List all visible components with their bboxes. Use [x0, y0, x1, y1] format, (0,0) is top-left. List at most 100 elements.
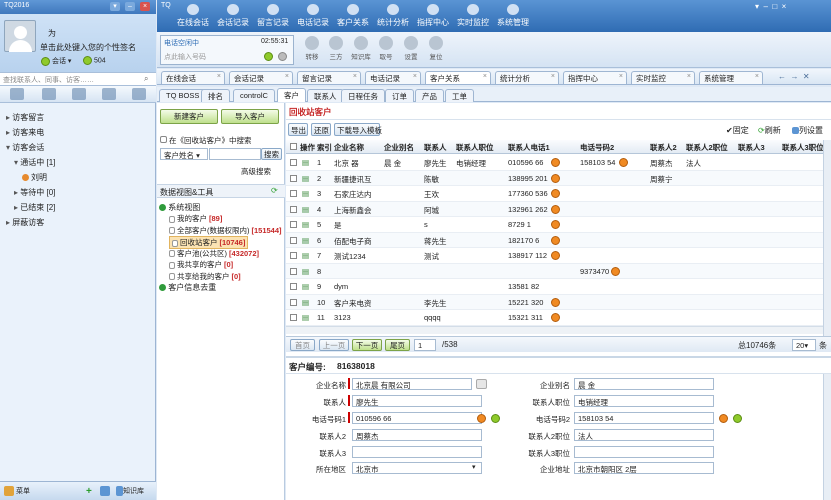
- search-input[interactable]: [209, 148, 261, 160]
- menu-button[interactable]: 菜单: [4, 486, 30, 497]
- row-checkbox[interactable]: [290, 221, 297, 228]
- table-row[interactable]: ▤ 5 是 s 8729 1: [286, 217, 826, 233]
- row-checkbox[interactable]: [290, 267, 297, 275]
- crm-tab-2[interactable]: controlC: [233, 89, 275, 102]
- chat-tab-icon[interactable]: [10, 88, 24, 100]
- column-header[interactable]: 操作: [300, 142, 315, 153]
- row-checkbox[interactable]: [290, 159, 297, 166]
- close-tab-icon[interactable]: ×: [687, 73, 691, 80]
- field-input[interactable]: 晨 金: [574, 378, 714, 390]
- search-scope-checkbox[interactable]: [160, 135, 167, 144]
- window-tab-2[interactable]: 留言记录 ×: [297, 71, 361, 84]
- table-row[interactable]: ▤ 6 佰配电子商 蒋先生 182170 6: [286, 232, 826, 248]
- table-row[interactable]: ▤ 9 dym 13581 82: [286, 279, 826, 295]
- field-input[interactable]: 周蔡杰: [352, 429, 482, 441]
- crm-tab-1[interactable]: 排名: [201, 89, 230, 102]
- table-row[interactable]: ▤ 4 上海新鑫会 阿城 132961 262: [286, 201, 826, 217]
- nav-3[interactable]: 电话记录: [293, 4, 333, 28]
- row-checkbox[interactable]: [290, 236, 297, 244]
- call-icon-2[interactable]: [719, 414, 728, 423]
- row-action-icon[interactable]: ▤: [302, 313, 309, 322]
- close-tab-icon[interactable]: ×: [755, 73, 759, 80]
- row-checkbox[interactable]: [290, 283, 297, 290]
- crm-tab-4[interactable]: 联系人: [307, 89, 344, 102]
- crm-tab-5[interactable]: 日程任务: [341, 89, 385, 102]
- tool-5[interactable]: 复位: [425, 36, 447, 61]
- table-row[interactable]: ▤ 1 北京 器 晨 金 廖先生 电销经理 010596 66 158103 54 周蔡杰 法人: [286, 155, 826, 171]
- import-customer-button[interactable]: 导入客户: [221, 109, 279, 124]
- crm-tab-7[interactable]: 产品: [415, 89, 444, 102]
- column-header[interactable]: 企业名称: [334, 142, 364, 153]
- avatar[interactable]: [4, 20, 36, 52]
- column-header[interactable]: 联系人3职位: [782, 142, 824, 153]
- sms-icon-2[interactable]: [733, 414, 742, 423]
- call-icon[interactable]: [551, 251, 560, 260]
- window-tab-8[interactable]: 系统管理 ×: [699, 71, 763, 84]
- close-button[interactable]: ×: [140, 2, 150, 11]
- contact-search-input[interactable]: 查找联系人、同事、访客……: [0, 72, 156, 86]
- close-tab-icon[interactable]: ×: [413, 73, 417, 80]
- skin-button[interactable]: ▾: [110, 2, 120, 11]
- crm-tab-0[interactable]: TQ BOSS: [159, 89, 207, 102]
- close-tab-icon[interactable]: ×: [285, 73, 289, 80]
- new-customer-button[interactable]: 新建客户: [160, 109, 218, 124]
- view-item[interactable]: 全部客户(数据权限内) [151544]: [169, 225, 282, 236]
- add-icon[interactable]: +: [86, 486, 92, 497]
- tree-item[interactable]: ▸ 屏蔽访客: [6, 217, 44, 228]
- window-tab-4[interactable]: 客户关系 ×: [425, 71, 491, 84]
- field-input[interactable]: [352, 446, 482, 458]
- table-row[interactable]: ▤ 3 石家庄达内 王欢 177360 536: [286, 186, 826, 202]
- window-tab-5[interactable]: 统计分析 ×: [495, 71, 559, 84]
- tool-1[interactable]: 三方: [325, 36, 347, 61]
- table-scrollbar[interactable]: [823, 140, 831, 336]
- knowledge-base-button[interactable]: 知识库: [116, 486, 144, 497]
- column-header[interactable]: 联系人2职位: [686, 142, 728, 153]
- call-icon[interactable]: [551, 313, 560, 322]
- tree-item[interactable]: ▸ 已结束 [2]: [14, 202, 55, 213]
- call-icon[interactable]: [551, 220, 560, 229]
- crm-tab-6[interactable]: 订单: [385, 89, 414, 102]
- nav-0[interactable]: 在线会话: [173, 4, 213, 28]
- tree-item[interactable]: ▾ 通话中 [1]: [14, 157, 55, 168]
- call-icon[interactable]: [551, 297, 560, 307]
- page-input[interactable]: 1: [414, 339, 436, 351]
- tool-2[interactable]: 知识库: [350, 36, 372, 61]
- group-tab-icon[interactable]: [72, 88, 86, 100]
- region-dropdown-icon[interactable]: ▾: [472, 463, 476, 471]
- tree-item[interactable]: ▸ 访客来电: [6, 127, 44, 138]
- prev-page-button[interactable]: 上一页: [319, 339, 349, 351]
- call-icon[interactable]: [477, 414, 486, 423]
- row-action-icon[interactable]: ▤: [302, 267, 309, 276]
- row-action-icon[interactable]: ▤: [302, 174, 309, 183]
- last-page-button[interactable]: 尾页: [385, 339, 410, 351]
- tool-0[interactable]: 转移: [301, 36, 323, 61]
- tree-item[interactable]: ▾ 访客会话: [6, 142, 44, 153]
- window-tab-0[interactable]: 在线会话 ×: [161, 71, 225, 84]
- select-all-checkbox[interactable]: [290, 143, 297, 150]
- dial-input[interactable]: 点此输入号码: [164, 52, 206, 62]
- column-header[interactable]: 联系人2: [650, 142, 677, 153]
- table-row[interactable]: ▤ 11 3123 qqqq 15321 311: [286, 310, 826, 326]
- field-input[interactable]: 北京市朝阳区 2层: [574, 462, 714, 474]
- view-item[interactable]: 我共享的客户 [0]: [169, 259, 233, 270]
- call-icon-2[interactable]: [619, 158, 628, 167]
- call-icon-2[interactable]: [611, 266, 620, 276]
- field-input[interactable]: 北京晨 有限公司: [352, 378, 472, 390]
- minimize-button[interactable]: –: [125, 2, 135, 11]
- search-field-select[interactable]: 客户姓名 ▾: [160, 148, 208, 160]
- close-tab-icon[interactable]: ×: [551, 73, 555, 80]
- export-button[interactable]: 导出: [288, 123, 308, 136]
- view-item[interactable]: 我的客户 [89]: [169, 213, 222, 224]
- row-action-icon[interactable]: ▤: [302, 282, 309, 291]
- close-tab-icon[interactable]: ×: [619, 73, 623, 80]
- row-checkbox[interactable]: [290, 314, 297, 321]
- column-header[interactable]: 联系人: [424, 142, 447, 153]
- row-checkbox[interactable]: [290, 205, 297, 213]
- call-icon[interactable]: [551, 158, 560, 167]
- row-action-icon[interactable]: ▤: [302, 298, 309, 307]
- column-header[interactable]: 联系人3: [738, 142, 765, 153]
- restore-button[interactable]: 还原: [311, 123, 331, 136]
- field-input[interactable]: 法人: [574, 429, 714, 441]
- field-input[interactable]: 158103 54: [574, 412, 714, 424]
- dial-icon[interactable]: [263, 52, 273, 62]
